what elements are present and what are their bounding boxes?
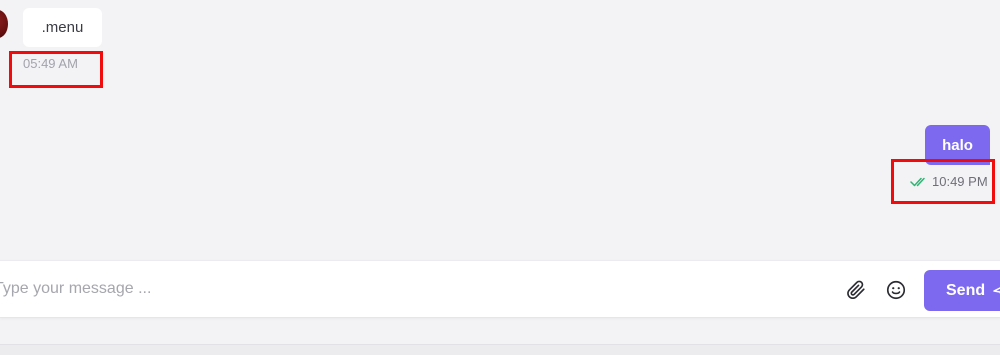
- message-input[interactable]: [0, 273, 814, 305]
- emoji-button[interactable]: [883, 277, 909, 303]
- smiley-icon: [885, 279, 907, 301]
- send-button[interactable]: Send: [924, 270, 1000, 311]
- incoming-message-time: 05:49 AM: [23, 56, 78, 71]
- paperclip-icon: [845, 279, 867, 301]
- double-check-icon: [910, 176, 928, 188]
- outgoing-message-bubble: halo: [925, 125, 990, 165]
- incoming-message-bubble: .menu: [23, 8, 102, 47]
- contact-avatar[interactable]: [0, 10, 8, 38]
- chat-conversation: .menu 05:49 AM halo 10:49 PM: [0, 0, 1000, 258]
- incoming-message-text: .menu: [41, 19, 84, 36]
- message-composer: Send: [0, 260, 1000, 318]
- paper-plane-icon: [993, 284, 1000, 298]
- send-button-label: Send: [946, 281, 986, 299]
- attach-button[interactable]: [843, 277, 869, 303]
- footer-strip: [0, 344, 1000, 355]
- outgoing-message-time: 10:49 PM: [932, 174, 988, 189]
- outgoing-message-text: halo: [942, 136, 973, 154]
- outgoing-message-meta: 10:49 PM: [910, 174, 988, 189]
